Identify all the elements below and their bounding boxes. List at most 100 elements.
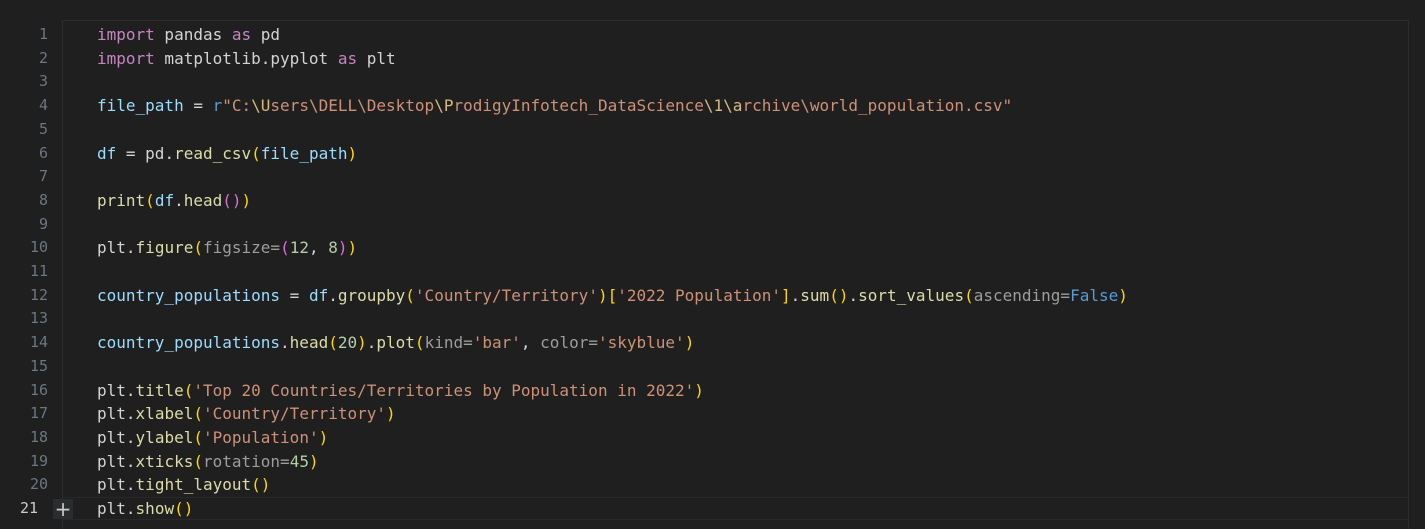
bracket: ( <box>193 404 203 424</box>
bracket: ( <box>193 427 203 447</box>
line-number: 7 <box>38 167 48 186</box>
alias-name: plt <box>357 48 396 68</box>
dot: . <box>125 451 136 471</box>
dot: . <box>125 404 136 424</box>
code-line-12[interactable]: country_populations = df.groupby('Countr… <box>97 284 1128 308</box>
bracket: ) <box>308 451 319 471</box>
number-literal: 8 <box>328 238 338 258</box>
string-literal: rchive\world_population.csv" <box>742 96 1013 116</box>
code-line-20[interactable]: plt.tight_layout() <box>97 473 270 497</box>
line-number: 10 <box>29 238 48 257</box>
object-name: df <box>154 190 175 210</box>
line-number: 15 <box>29 356 48 375</box>
object-name: plt <box>97 451 126 471</box>
bracket: ) <box>1118 285 1128 305</box>
bracket: ( <box>251 475 261 495</box>
code-line-10[interactable]: plt.figure(figsize=(12, 8)) <box>97 236 357 260</box>
constant: False <box>1070 285 1119 305</box>
bracket: ) <box>386 404 396 424</box>
bracket: ) <box>241 190 252 210</box>
bracket: ) <box>318 427 329 447</box>
line-number: 5 <box>38 119 48 138</box>
dot: . <box>174 190 184 210</box>
line-number-gutter: 1 2 3 4 5 6 7 8 9 10 11 12 13 14 15 16 1… <box>0 0 60 529</box>
function-name: plot <box>376 333 415 353</box>
operator: = <box>280 285 309 305</box>
string-literal: 'bar' <box>472 333 521 353</box>
object-name: plt <box>97 475 126 495</box>
code-line-4[interactable]: file_path = r"C:\Users\DELL\Desktop\Prod… <box>97 94 1012 118</box>
code-line-19[interactable]: plt.xticks(rotation=45) <box>97 450 319 474</box>
active-line-highlight <box>63 497 1408 520</box>
code-line-18[interactable]: plt.ylabel('Population') <box>97 426 328 450</box>
code-line-14[interactable]: country_populations.head(20).plot(kind='… <box>97 331 694 355</box>
line-number: 17 <box>29 404 48 423</box>
bracket: [ <box>607 285 618 305</box>
string-literal: sers\DELL\Desktop <box>270 96 435 116</box>
function-name: head <box>289 333 329 353</box>
object-name: plt <box>97 238 126 258</box>
line-number: 14 <box>29 333 48 352</box>
bracket: ) <box>694 380 704 400</box>
code-line-8[interactable]: print(df.head()) <box>97 189 251 213</box>
operator: = <box>270 238 281 258</box>
code-line-21[interactable]: plt.show() <box>97 497 193 521</box>
bracket: ) <box>183 499 194 518</box>
alias-name: pd <box>251 25 281 44</box>
line-number: 11 <box>29 262 48 280</box>
function-name: show <box>135 499 175 518</box>
string-literal: 'Top 20 Countries/Territories by Populat… <box>193 380 695 400</box>
argument: file_path <box>260 143 348 163</box>
bracket: ( <box>964 285 974 305</box>
code-line-6[interactable]: df = pd.read_csv(file_path) <box>97 142 357 166</box>
code-line-17[interactable]: plt.xlabel('Country/Territory') <box>97 402 396 426</box>
variable: country_populations <box>97 333 281 353</box>
dot: . <box>790 285 801 305</box>
function-name: sort_values <box>858 285 965 305</box>
bracket: ( <box>183 380 194 400</box>
dot: . <box>366 333 377 353</box>
dot: . <box>328 285 338 305</box>
bracket: ) <box>597 285 608 305</box>
function-name: print <box>97 190 146 210</box>
bracket: ( <box>251 143 261 163</box>
comma: , <box>308 238 329 258</box>
line-number: 8 <box>38 190 48 209</box>
code-line-16[interactable]: plt.title('Top 20 Countries/Territories … <box>97 379 704 403</box>
string-escape: \1 <box>703 96 724 116</box>
bracket: ) <box>357 333 367 353</box>
code-line-2[interactable]: import matplotlib.pyplot as plt <box>97 47 396 71</box>
object-name: df <box>308 285 329 305</box>
object-name: plt <box>97 499 126 518</box>
dot: . <box>848 285 859 305</box>
parameter-name: figsize <box>202 238 271 258</box>
variable: file_path <box>97 96 184 116</box>
dot: . <box>280 333 290 353</box>
keyword: import <box>97 48 155 68</box>
line-number-active: 21 <box>19 499 38 517</box>
line-number: 18 <box>29 427 48 446</box>
parameter-name: kind <box>424 333 464 353</box>
line-number: 16 <box>29 380 48 399</box>
line-number: 2 <box>38 48 48 67</box>
add-cell-button[interactable]: + <box>53 499 73 519</box>
operator: = <box>183 96 213 116</box>
string-escape: \P <box>434 96 454 116</box>
dot: . <box>125 238 136 258</box>
line-number: 4 <box>38 96 48 115</box>
plus-icon: + <box>54 497 72 521</box>
function-name: xlabel <box>135 404 194 424</box>
cell-border-left <box>62 20 63 529</box>
keyword: import <box>97 25 155 44</box>
operator: = <box>463 333 473 353</box>
code-cell-editor[interactable]: 1 2 3 4 5 6 7 8 9 10 11 12 13 14 15 16 1… <box>0 0 1425 529</box>
bracket: ( <box>414 333 425 353</box>
code-line-1[interactable]: import pandas as pd <box>97 23 280 47</box>
dot: . <box>125 499 136 518</box>
line-number: 6 <box>38 143 48 162</box>
operator: = <box>280 451 290 471</box>
number-literal: 20 <box>337 333 358 353</box>
function-name: head <box>183 190 223 210</box>
bracket: ( <box>222 190 232 210</box>
dot: . <box>125 427 136 447</box>
